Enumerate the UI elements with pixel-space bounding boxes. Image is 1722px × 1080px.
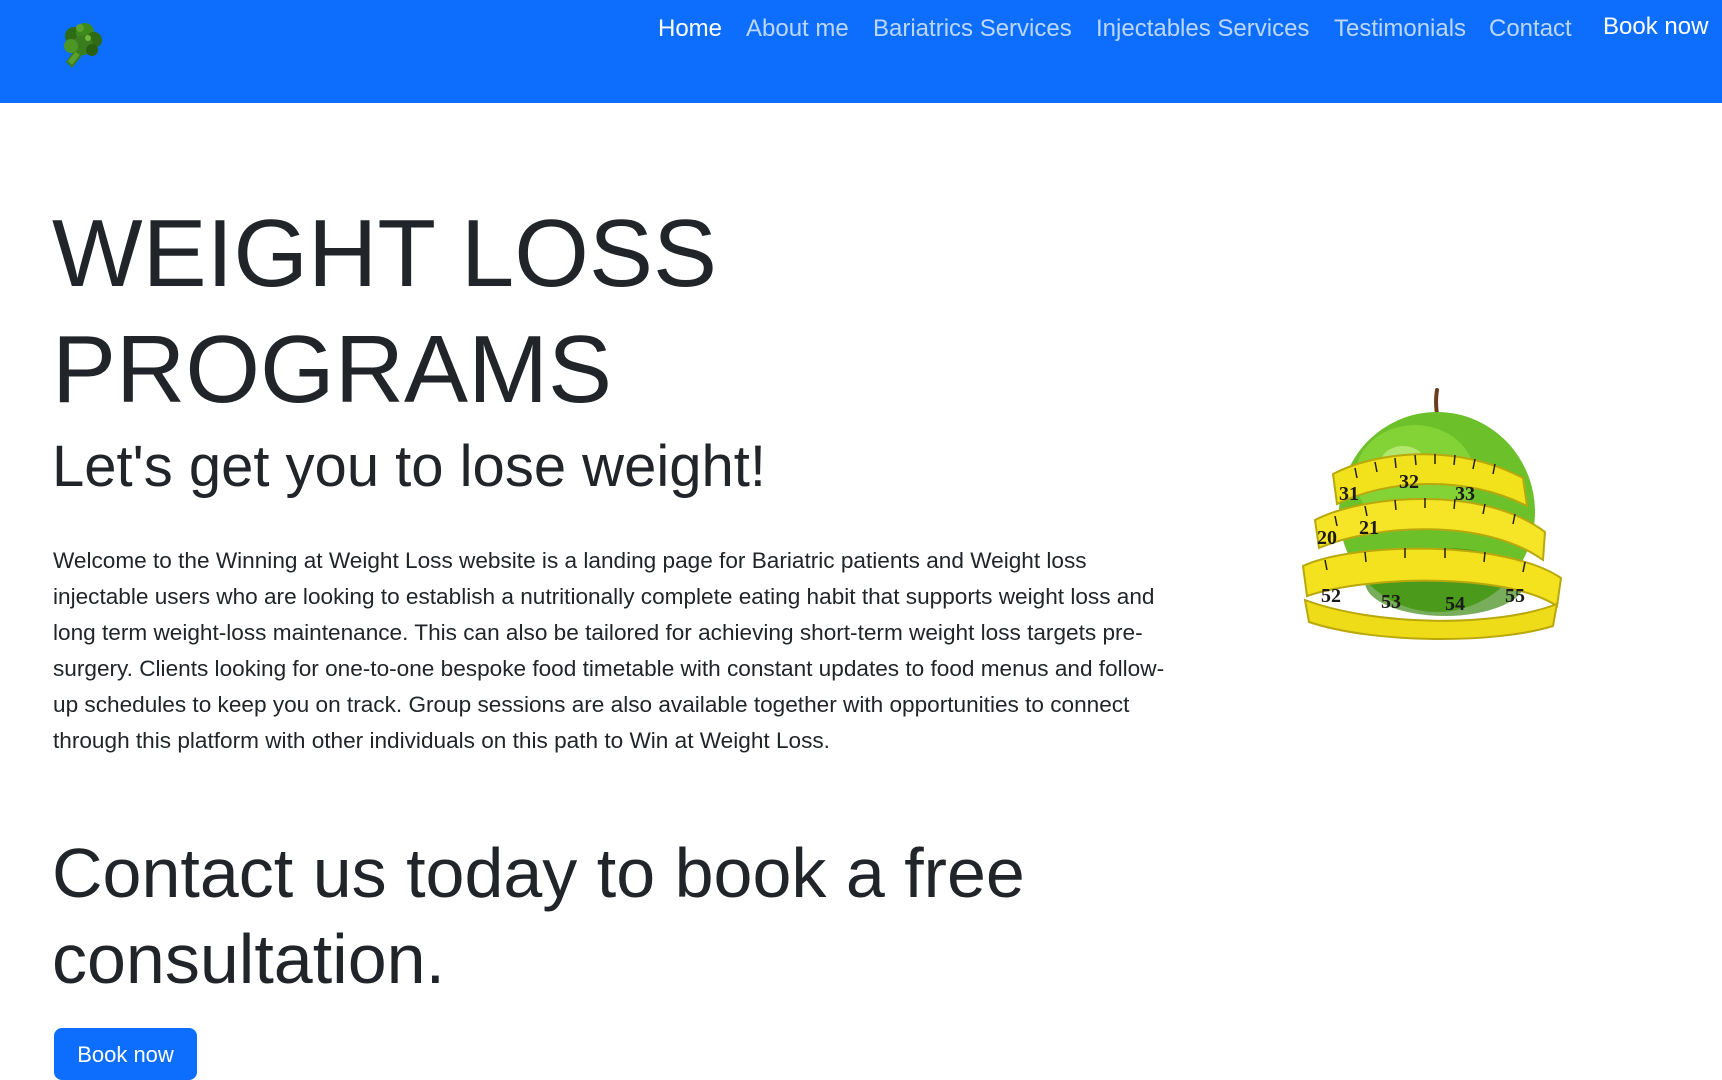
tape-number: 20 [1317, 527, 1337, 549]
page-title: WEIGHT LOSS PROGRAMS [52, 196, 952, 428]
tape-number: 54 [1445, 593, 1465, 615]
nav-testimonials[interactable]: Testimonials [1334, 14, 1466, 44]
title-line-1: WEIGHT LOSS [52, 200, 718, 307]
tape-number: 31 [1339, 483, 1359, 505]
tape-number: 52 [1321, 585, 1341, 607]
apple-measuring-tape-icon: 31 32 33 20 21 52 53 54 55 [1301, 388, 1563, 640]
intro-paragraph: Welcome to the Winning at Weight Loss we… [53, 548, 1165, 753]
book-now-button[interactable]: Book now [54, 1028, 197, 1080]
nav-bariatrics-services[interactable]: Bariatrics Services [873, 14, 1072, 44]
nav-about-me[interactable]: About me [746, 14, 849, 44]
hero-subtitle: Let's get you to lose weight! [52, 434, 766, 499]
nav-injectables-services[interactable]: Injectables Services [1096, 14, 1309, 44]
tape-number: 53 [1381, 591, 1401, 613]
nav-book-now-button[interactable]: Book now [1603, 12, 1708, 42]
main-nav: Home About me Bariatrics Services Inject… [0, 12, 1722, 54]
tape-number: 32 [1399, 471, 1419, 493]
nav-contact[interactable]: Contact [1489, 14, 1572, 44]
nav-home[interactable]: Home [658, 14, 722, 44]
tape-number: 33 [1455, 483, 1475, 505]
tape-number: 21 [1359, 517, 1379, 539]
tape-number: 55 [1505, 585, 1525, 607]
cta-heading: Contact us today to book a free consulta… [52, 834, 1025, 998]
title-line-2: PROGRAMS [52, 316, 613, 423]
top-navbar: Home About me Bariatrics Services Inject… [0, 0, 1722, 103]
